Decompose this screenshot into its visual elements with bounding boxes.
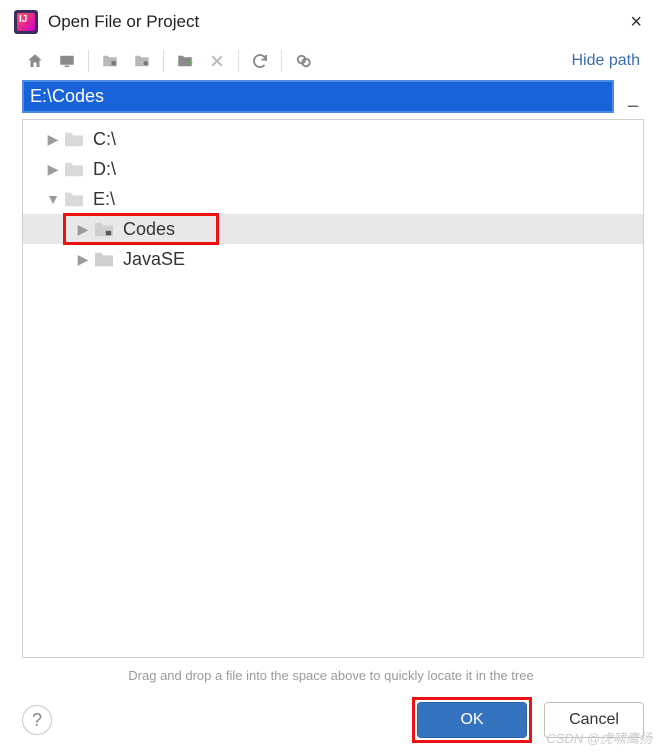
- expand-icon[interactable]: ▶: [75, 251, 91, 268]
- close-icon[interactable]: ×: [624, 11, 648, 34]
- titlebar: Open File or Project ×: [0, 0, 662, 42]
- svg-text:+: +: [188, 58, 193, 68]
- highlight-annotation: OK: [412, 697, 532, 743]
- path-input[interactable]: [24, 82, 612, 111]
- tree-node[interactable]: ▶ C:\: [23, 124, 643, 154]
- delete-icon[interactable]: [204, 48, 230, 74]
- tree-label: C:\: [93, 129, 116, 150]
- refresh-icon[interactable]: [247, 48, 273, 74]
- expand-icon[interactable]: ▶: [45, 161, 61, 178]
- expand-icon[interactable]: ▶: [45, 131, 61, 148]
- separator: [238, 50, 239, 72]
- tree-label: E:\: [93, 189, 115, 210]
- hint-text: Drag and drop a file into the space abov…: [0, 664, 662, 697]
- footer: ? OK Cancel: [0, 697, 662, 753]
- folder-icon: [63, 130, 87, 148]
- ok-button[interactable]: OK: [417, 702, 527, 738]
- separator: [281, 50, 282, 72]
- help-button[interactable]: ?: [22, 705, 52, 735]
- open-file-dialog: Open File or Project × + Hide path ▶ C:\: [0, 0, 662, 753]
- tree-label: D:\: [93, 159, 116, 180]
- module-dir-icon[interactable]: [129, 48, 155, 74]
- show-hidden-icon[interactable]: [290, 48, 316, 74]
- dialog-title: Open File or Project: [48, 12, 624, 32]
- folder-icon: [93, 220, 117, 238]
- cancel-button[interactable]: Cancel: [544, 702, 644, 738]
- new-folder-icon[interactable]: +: [172, 48, 198, 74]
- toolbar: + Hide path: [0, 42, 662, 78]
- folder-icon: [93, 250, 117, 268]
- file-tree[interactable]: ▶ C:\ ▶ D:\ ▼ E:\ ▶ Codes ▶ JavaSE: [22, 119, 644, 658]
- hide-path-link[interactable]: Hide path: [572, 52, 641, 70]
- desktop-icon[interactable]: [54, 48, 80, 74]
- path-input-wrap: [22, 80, 614, 113]
- project-dir-icon[interactable]: [97, 48, 123, 74]
- folder-icon: [63, 160, 87, 178]
- tree-node[interactable]: ▼ E:\: [23, 184, 643, 214]
- tree-node[interactable]: ▶ JavaSE: [23, 244, 643, 274]
- separator: [88, 50, 89, 72]
- app-icon: [14, 10, 38, 34]
- tree-label: JavaSE: [123, 249, 185, 270]
- history-icon[interactable]: [622, 83, 644, 111]
- separator: [163, 50, 164, 72]
- tree-node[interactable]: ▶ D:\: [23, 154, 643, 184]
- folder-icon: [63, 190, 87, 208]
- collapse-icon[interactable]: ▼: [45, 191, 61, 207]
- expand-icon[interactable]: ▶: [75, 221, 91, 238]
- home-icon[interactable]: [22, 48, 48, 74]
- path-row: [0, 78, 662, 119]
- tree-label: Codes: [123, 219, 175, 240]
- tree-node-selected[interactable]: ▶ Codes: [23, 214, 643, 244]
